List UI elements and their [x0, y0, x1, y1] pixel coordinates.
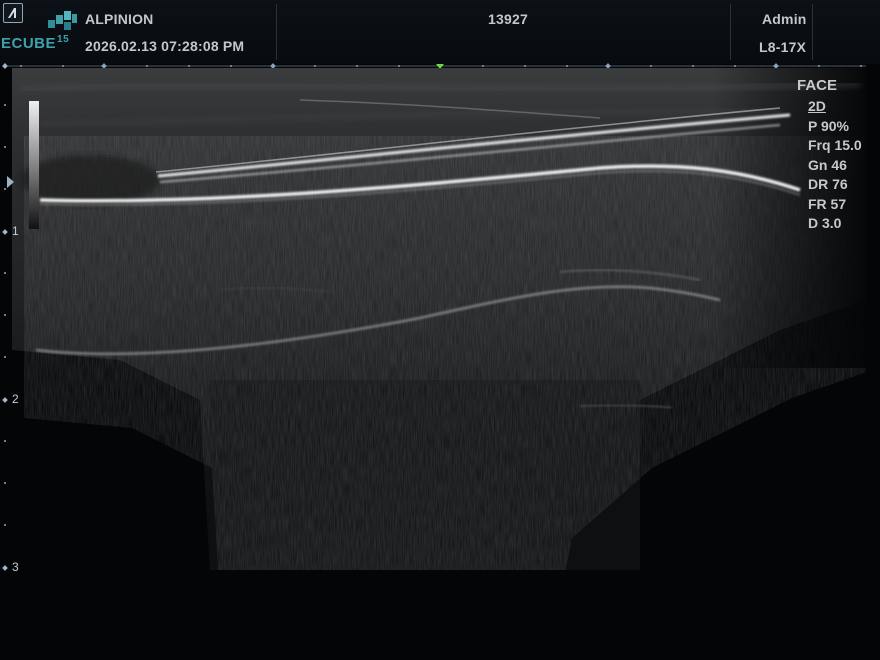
depth-tick [4, 146, 6, 148]
param-frequency: Frq 15.0 [808, 137, 862, 153]
param-gain: Gn 46 [808, 156, 847, 173]
param-depth: D 3.0 [808, 215, 842, 231]
depth-label-2: 2 [12, 392, 19, 406]
depth-tick [4, 524, 6, 526]
param-frame-rate: FR 57 [808, 195, 847, 212]
depth-label-3: 3 [12, 560, 19, 574]
depth-tick [4, 356, 6, 358]
param-dynamic-range: DR 76 [808, 176, 848, 192]
depth-tick [4, 272, 6, 274]
depth-tick [4, 188, 6, 190]
depth-tick [4, 440, 6, 442]
depth-tick [4, 104, 6, 106]
param-power: P 90% [808, 117, 849, 134]
mode-label[interactable]: 2D [808, 97, 862, 117]
depth-label-1: 1 [12, 224, 19, 238]
focus-triangle-icon[interactable] [7, 176, 14, 188]
depth-tick [4, 314, 6, 316]
ultrasound-image[interactable] [0, 0, 880, 660]
imaging-parameters: 2D P 90% Frq 15.0 Gn 46 DR 76 FR 57 D 3.… [808, 97, 862, 234]
depth-tick [4, 482, 6, 484]
grayscale-bar [29, 101, 39, 229]
preset-label[interactable]: FACE [797, 77, 837, 94]
